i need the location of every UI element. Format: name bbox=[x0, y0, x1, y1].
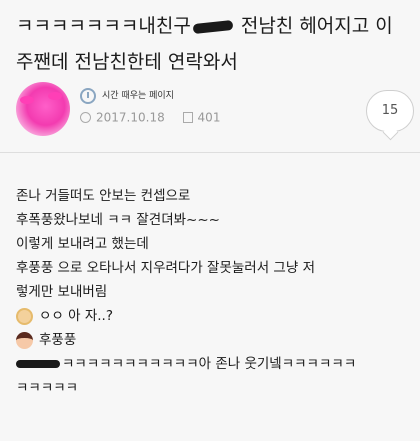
chat-line-1: ㅇㅇ 아 자..? bbox=[16, 304, 412, 328]
post-title: ㅋㅋㅋㅋㅋㅋㅋ내친구 전남친 헤어지고 이주짼데 전남친한테 연락와서 bbox=[16, 8, 408, 80]
avatar-ear-right bbox=[48, 92, 62, 100]
view-count: 401 bbox=[197, 110, 221, 125]
post-date: 2017.10.18 bbox=[96, 110, 165, 125]
content-line: 후폭풍왔나보네 ㅋㅋ 잘견뎌봐~~~ bbox=[16, 212, 220, 228]
woman-emoji-icon bbox=[16, 331, 33, 349]
post-meta: 시간 때우는 페이지 2017.10.18 401 15 bbox=[16, 82, 414, 142]
board-name[interactable]: 시간 때우는 페이지 bbox=[102, 88, 174, 101]
censored-name bbox=[16, 360, 60, 368]
post-content: 존나 거들떠도 안보는 컨셉으로 후폭풍왔나보네 ㅋㅋ 잘견뎌봐~~~ 이렇게 … bbox=[16, 184, 412, 400]
comment-count: 15 bbox=[381, 103, 399, 118]
date-views-row: 2017.10.18 401 bbox=[80, 110, 220, 125]
content-line: 렇게만 보내버림 bbox=[16, 284, 108, 300]
clock-icon bbox=[80, 112, 91, 123]
content-line: 존나 거들떠도 안보는 컨셉으로 bbox=[16, 188, 191, 204]
avatar-ear-left bbox=[20, 96, 34, 104]
clock-icon bbox=[80, 88, 96, 104]
content-line: 이렇게 보내려고 했는데 bbox=[16, 236, 149, 252]
chat-text-2: 후풍풍 bbox=[39, 332, 77, 348]
censored-name bbox=[192, 19, 234, 34]
post-title-part1: ㅋㅋㅋㅋㅋㅋㅋ내친구 bbox=[16, 15, 191, 37]
blond-person-emoji-icon bbox=[16, 307, 33, 325]
chat-text-1: ㅇㅇ 아 자..? bbox=[39, 308, 114, 324]
document-icon bbox=[182, 112, 193, 123]
avatar[interactable] bbox=[16, 82, 70, 136]
divider bbox=[0, 152, 420, 153]
laugh-text: ㅋㅋㅋㅋㅋㅋㅋㅋㅋㅋㅋ아 존나 웃기넼ㅋㅋㅋㅋㅋㅋ bbox=[62, 356, 357, 372]
content-line-last-b: ㅋㅋㅋㅋㅋ bbox=[16, 380, 79, 396]
chat-line-2: 후풍풍 bbox=[16, 328, 412, 352]
content-line: 후풍풍 으로 오타나서 지우려다가 잘못눌러서 그냥 저 bbox=[16, 260, 315, 276]
comment-count-button[interactable]: 15 bbox=[366, 90, 414, 132]
content-line-last: ㅋㅋㅋㅋㅋㅋㅋㅋㅋㅋㅋ아 존나 웃기넼ㅋㅋㅋㅋㅋㅋ bbox=[16, 352, 412, 376]
